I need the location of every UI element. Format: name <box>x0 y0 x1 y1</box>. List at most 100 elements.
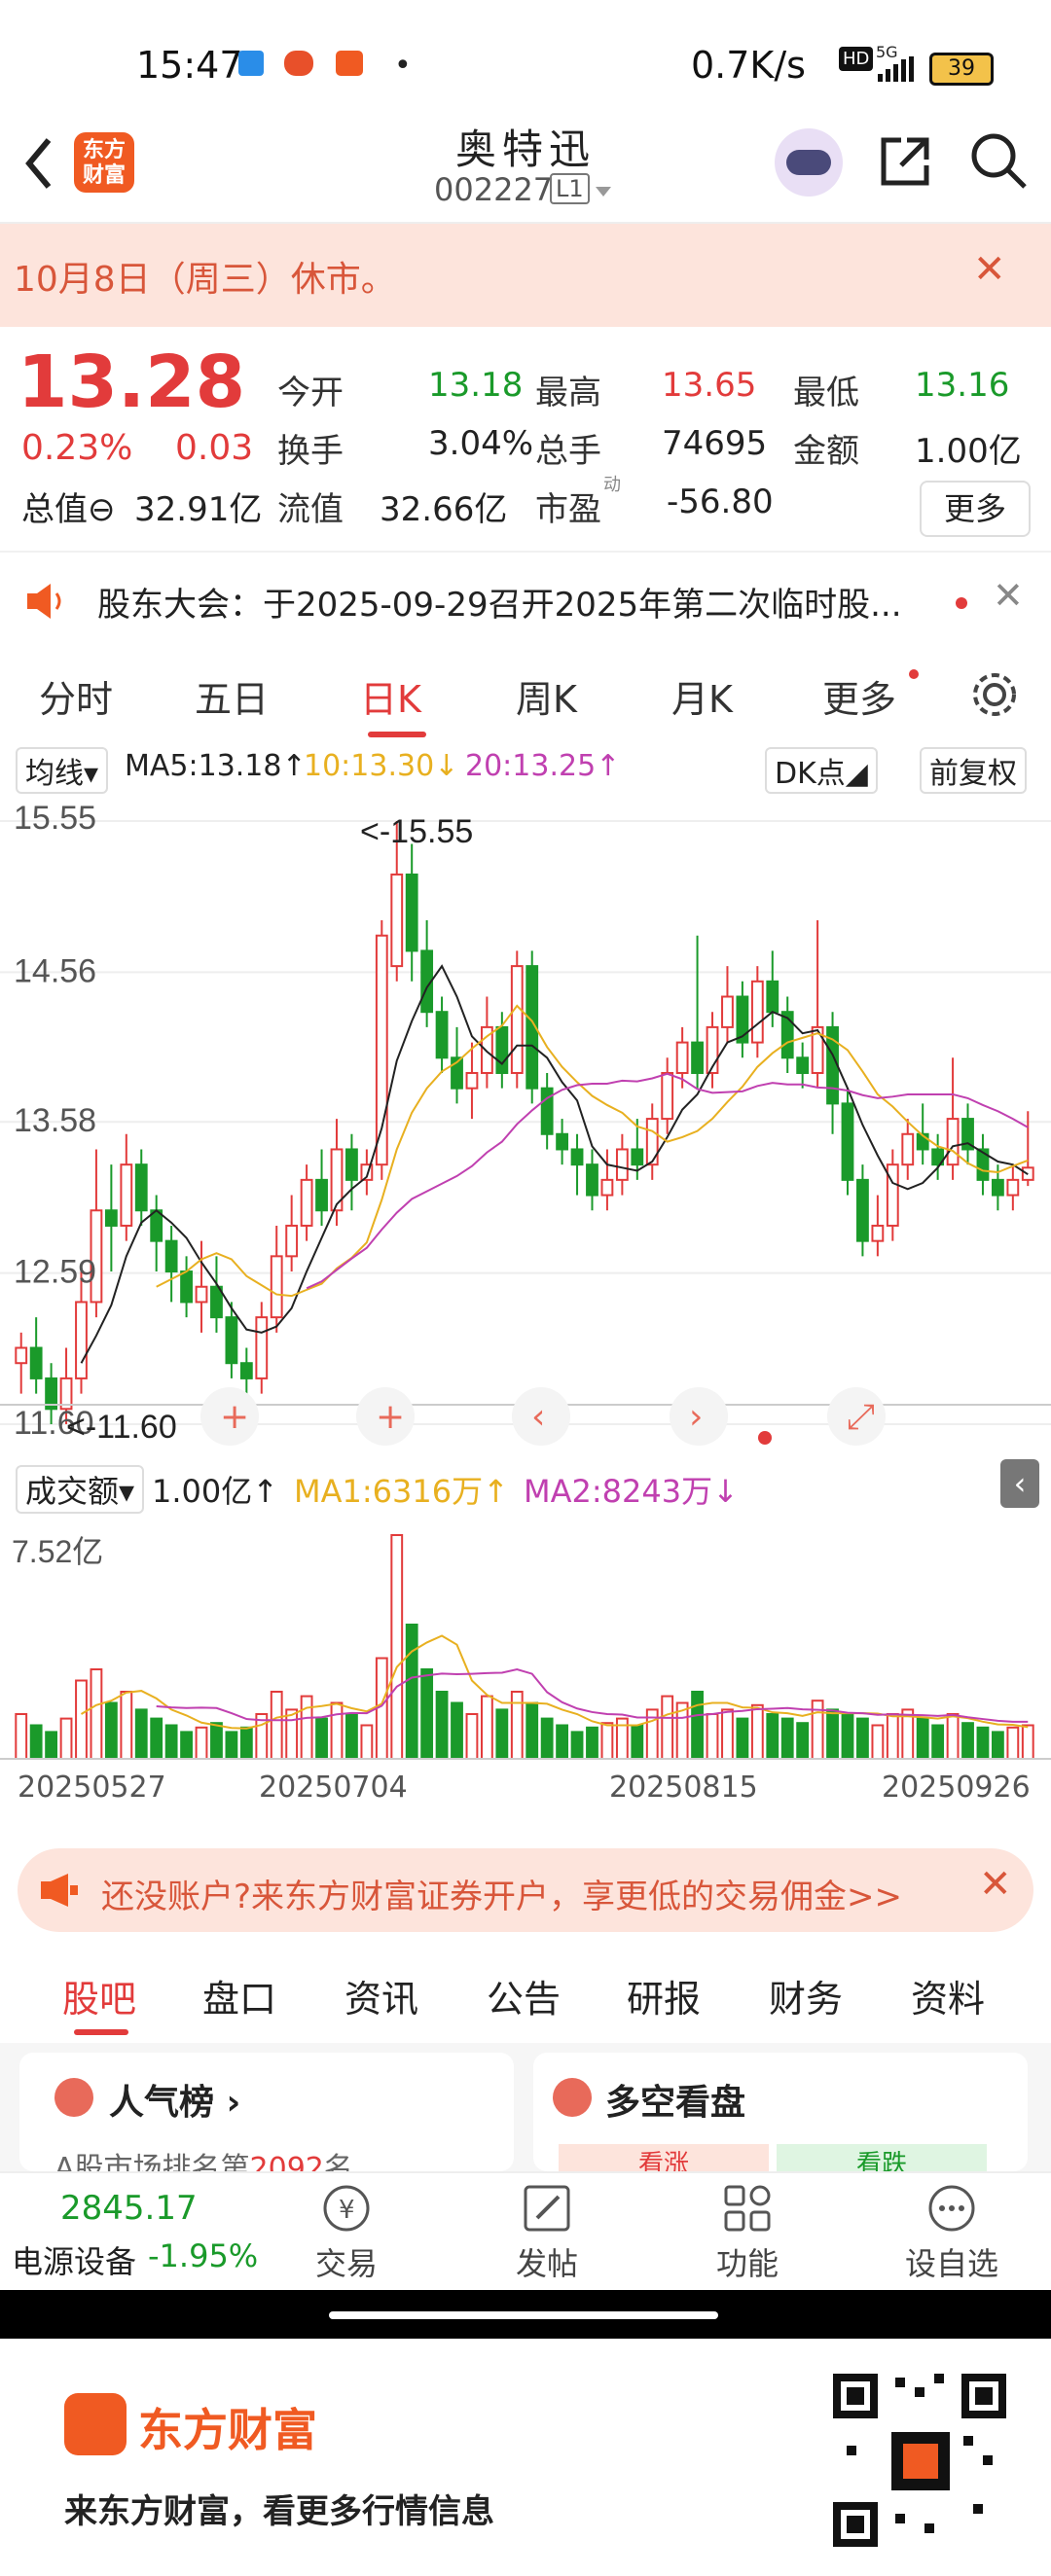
sector-name[interactable]: 电源设备 <box>12 2237 136 2282</box>
tab-announcements[interactable]: 公告 <box>487 1969 561 2022</box>
candle-body <box>15 1346 28 1365</box>
bullish-button[interactable]: 看涨 <box>559 2144 769 2179</box>
forum-tab-indicator <box>74 2029 128 2035</box>
volume-bar <box>661 1695 674 1761</box>
sector-index-value[interactable]: 2845.17 <box>60 2189 198 2228</box>
popularity-card[interactable]: 人气榜 › A股市场排名第2092名 <box>19 2053 514 2186</box>
candle-body <box>315 1178 328 1212</box>
adjust-button[interactable]: 前复权 <box>920 747 1027 794</box>
volume-bar <box>390 1534 404 1760</box>
collapse-panel-icon[interactable]: ‹ <box>1000 1459 1039 1508</box>
volume-bar <box>59 1717 73 1761</box>
trade-button[interactable]: ¥ 交易 <box>292 2181 401 2284</box>
volume-bar <box>946 1713 960 1760</box>
banner-text: 还没账户?来东方财富证券开户，享更低的交易佣金>> <box>101 1878 903 1916</box>
volume-ma1: MA1:6316万↑ <box>294 1473 509 1510</box>
volume-bar <box>600 1722 614 1760</box>
volume-max-label: 7.52亿 <box>12 1534 103 1569</box>
candle-body <box>901 1132 915 1166</box>
tab-five-day[interactable]: 五日 <box>195 669 269 723</box>
function-button[interactable]: 功能 <box>693 2181 802 2284</box>
tab-intraday[interactable]: 分时 <box>39 669 113 723</box>
volume-bar <box>420 1668 434 1760</box>
search-icon[interactable] <box>968 130 1029 191</box>
volume-bar <box>706 1713 719 1760</box>
settings-gear-icon[interactable] <box>969 669 1020 720</box>
sentiment-card[interactable]: 多空看盘 看涨 看跌 <box>533 2053 1028 2179</box>
add-watchlist-button[interactable]: 设自选 <box>893 2181 1010 2284</box>
date-tick: 20250527 <box>18 1771 166 1805</box>
ai-assistant-icon[interactable] <box>775 128 843 197</box>
tab-daily-k[interactable]: 日K <box>360 669 421 723</box>
volume-bar <box>961 1722 974 1760</box>
share-icon[interactable] <box>876 132 934 191</box>
candle-body <box>29 1346 43 1379</box>
volume-selector[interactable]: 成交额▾ <box>16 1465 145 1514</box>
tab-order-book[interactable]: 盘口 <box>202 1969 276 2022</box>
volume-bar <box>736 1717 749 1761</box>
open-account-banner[interactable]: 还没账户?来东方财富证券开户，享更低的交易佣金>> ✕ <box>18 1848 1033 1932</box>
more-dots-icon <box>928 2185 975 2232</box>
tab-forum[interactable]: 股吧 <box>62 1969 136 2022</box>
home-indicator[interactable] <box>329 2311 718 2319</box>
chart-control-icon: ⤢ <box>847 1397 875 1437</box>
battery-icon: 39 <box>929 53 994 86</box>
volume-bar <box>239 1726 253 1761</box>
app-icon <box>284 51 313 76</box>
red-dot-marker <box>758 1431 772 1445</box>
dk-point-button[interactable]: DK点◢ <box>765 747 878 794</box>
post-button[interactable]: 发帖 <box>492 2181 601 2284</box>
y-tick-label: 12.59 <box>14 1254 96 1291</box>
ma-selector[interactable]: 均线▾ <box>16 747 109 794</box>
announcement-text: 股东大会：于2025-09-29召开2025年第二次临时股... <box>97 586 902 625</box>
volume-bar <box>931 1724 945 1760</box>
volume-bar <box>90 1668 103 1760</box>
banner-close-icon[interactable]: ✕ <box>979 1862 1012 1907</box>
more-dot <box>909 669 919 679</box>
tab-profile[interactable]: 资料 <box>911 1969 985 2022</box>
announcement-close-icon[interactable]: ✕ <box>993 574 1024 617</box>
candle-body <box>886 1163 899 1227</box>
level-badge[interactable]: L1 <box>550 173 590 204</box>
volume-bar <box>405 1624 418 1760</box>
announcement-bar[interactable]: 股东大会：于2025-09-29召开2025年第二次临时股... ✕ <box>0 551 1051 662</box>
tab-monthly-k[interactable]: 月K <box>671 669 733 723</box>
status-bar: 15:47 • 0.7K/s HD 5G 39 <box>0 0 1051 107</box>
current-price: 13.28 <box>18 340 246 424</box>
candle-body <box>104 1209 118 1227</box>
candlestick-chart[interactable]: 15.5514.5613.5812.5911.60<-15.55<-11.60 +… <box>0 792 1051 1457</box>
volume-ma2: MA2:8243万↓ <box>524 1473 739 1510</box>
tab-weekly-k[interactable]: 周K <box>516 669 577 723</box>
stat-value: 32.66亿 <box>380 490 508 529</box>
status-time: 15:47 <box>136 44 243 87</box>
tab-news[interactable]: 资讯 <box>344 1969 418 2022</box>
y-tick-label: 13.58 <box>14 1102 96 1139</box>
volume-bar <box>526 1701 539 1760</box>
candle-body <box>164 1239 178 1273</box>
bearish-button[interactable]: 看跌 <box>777 2144 987 2179</box>
date-tick: 20250926 <box>882 1771 1031 1805</box>
volume-bar <box>180 1731 193 1760</box>
more-button[interactable]: 更多 <box>920 481 1031 537</box>
tab-more[interactable]: 更多 <box>822 669 896 723</box>
stat-value: 3.04% <box>428 424 534 463</box>
volume-chart[interactable]: 7.52亿 <box>0 1516 1051 1807</box>
tab-finance[interactable]: 财务 <box>769 1969 843 2022</box>
sector-change: -1.95% <box>148 2237 259 2274</box>
volume-bar <box>75 1679 88 1760</box>
candle-body <box>465 1071 479 1090</box>
volume-bar <box>1006 1726 1020 1761</box>
promo-slogan: 来东方财富，看更多行情信息 <box>64 2492 494 2531</box>
notice-close-icon[interactable]: ✕ <box>973 247 1006 292</box>
candle-body <box>390 873 404 968</box>
tab-research[interactable]: 研报 <box>627 1969 701 2022</box>
cards-area: 人气榜 › A股市场排名第2092名 多空看盘 看涨 看跌 <box>0 2043 1051 2186</box>
candle-body <box>750 980 764 1044</box>
caret-down-icon[interactable] <box>594 185 613 198</box>
candle-body <box>239 1362 253 1379</box>
candle-body <box>645 1118 659 1166</box>
candle-body <box>856 1178 869 1242</box>
low-price-label: <-11.60 <box>66 1409 177 1446</box>
promo-brand: 东方财富 <box>138 2404 317 2456</box>
volume-bar <box>45 1731 58 1760</box>
